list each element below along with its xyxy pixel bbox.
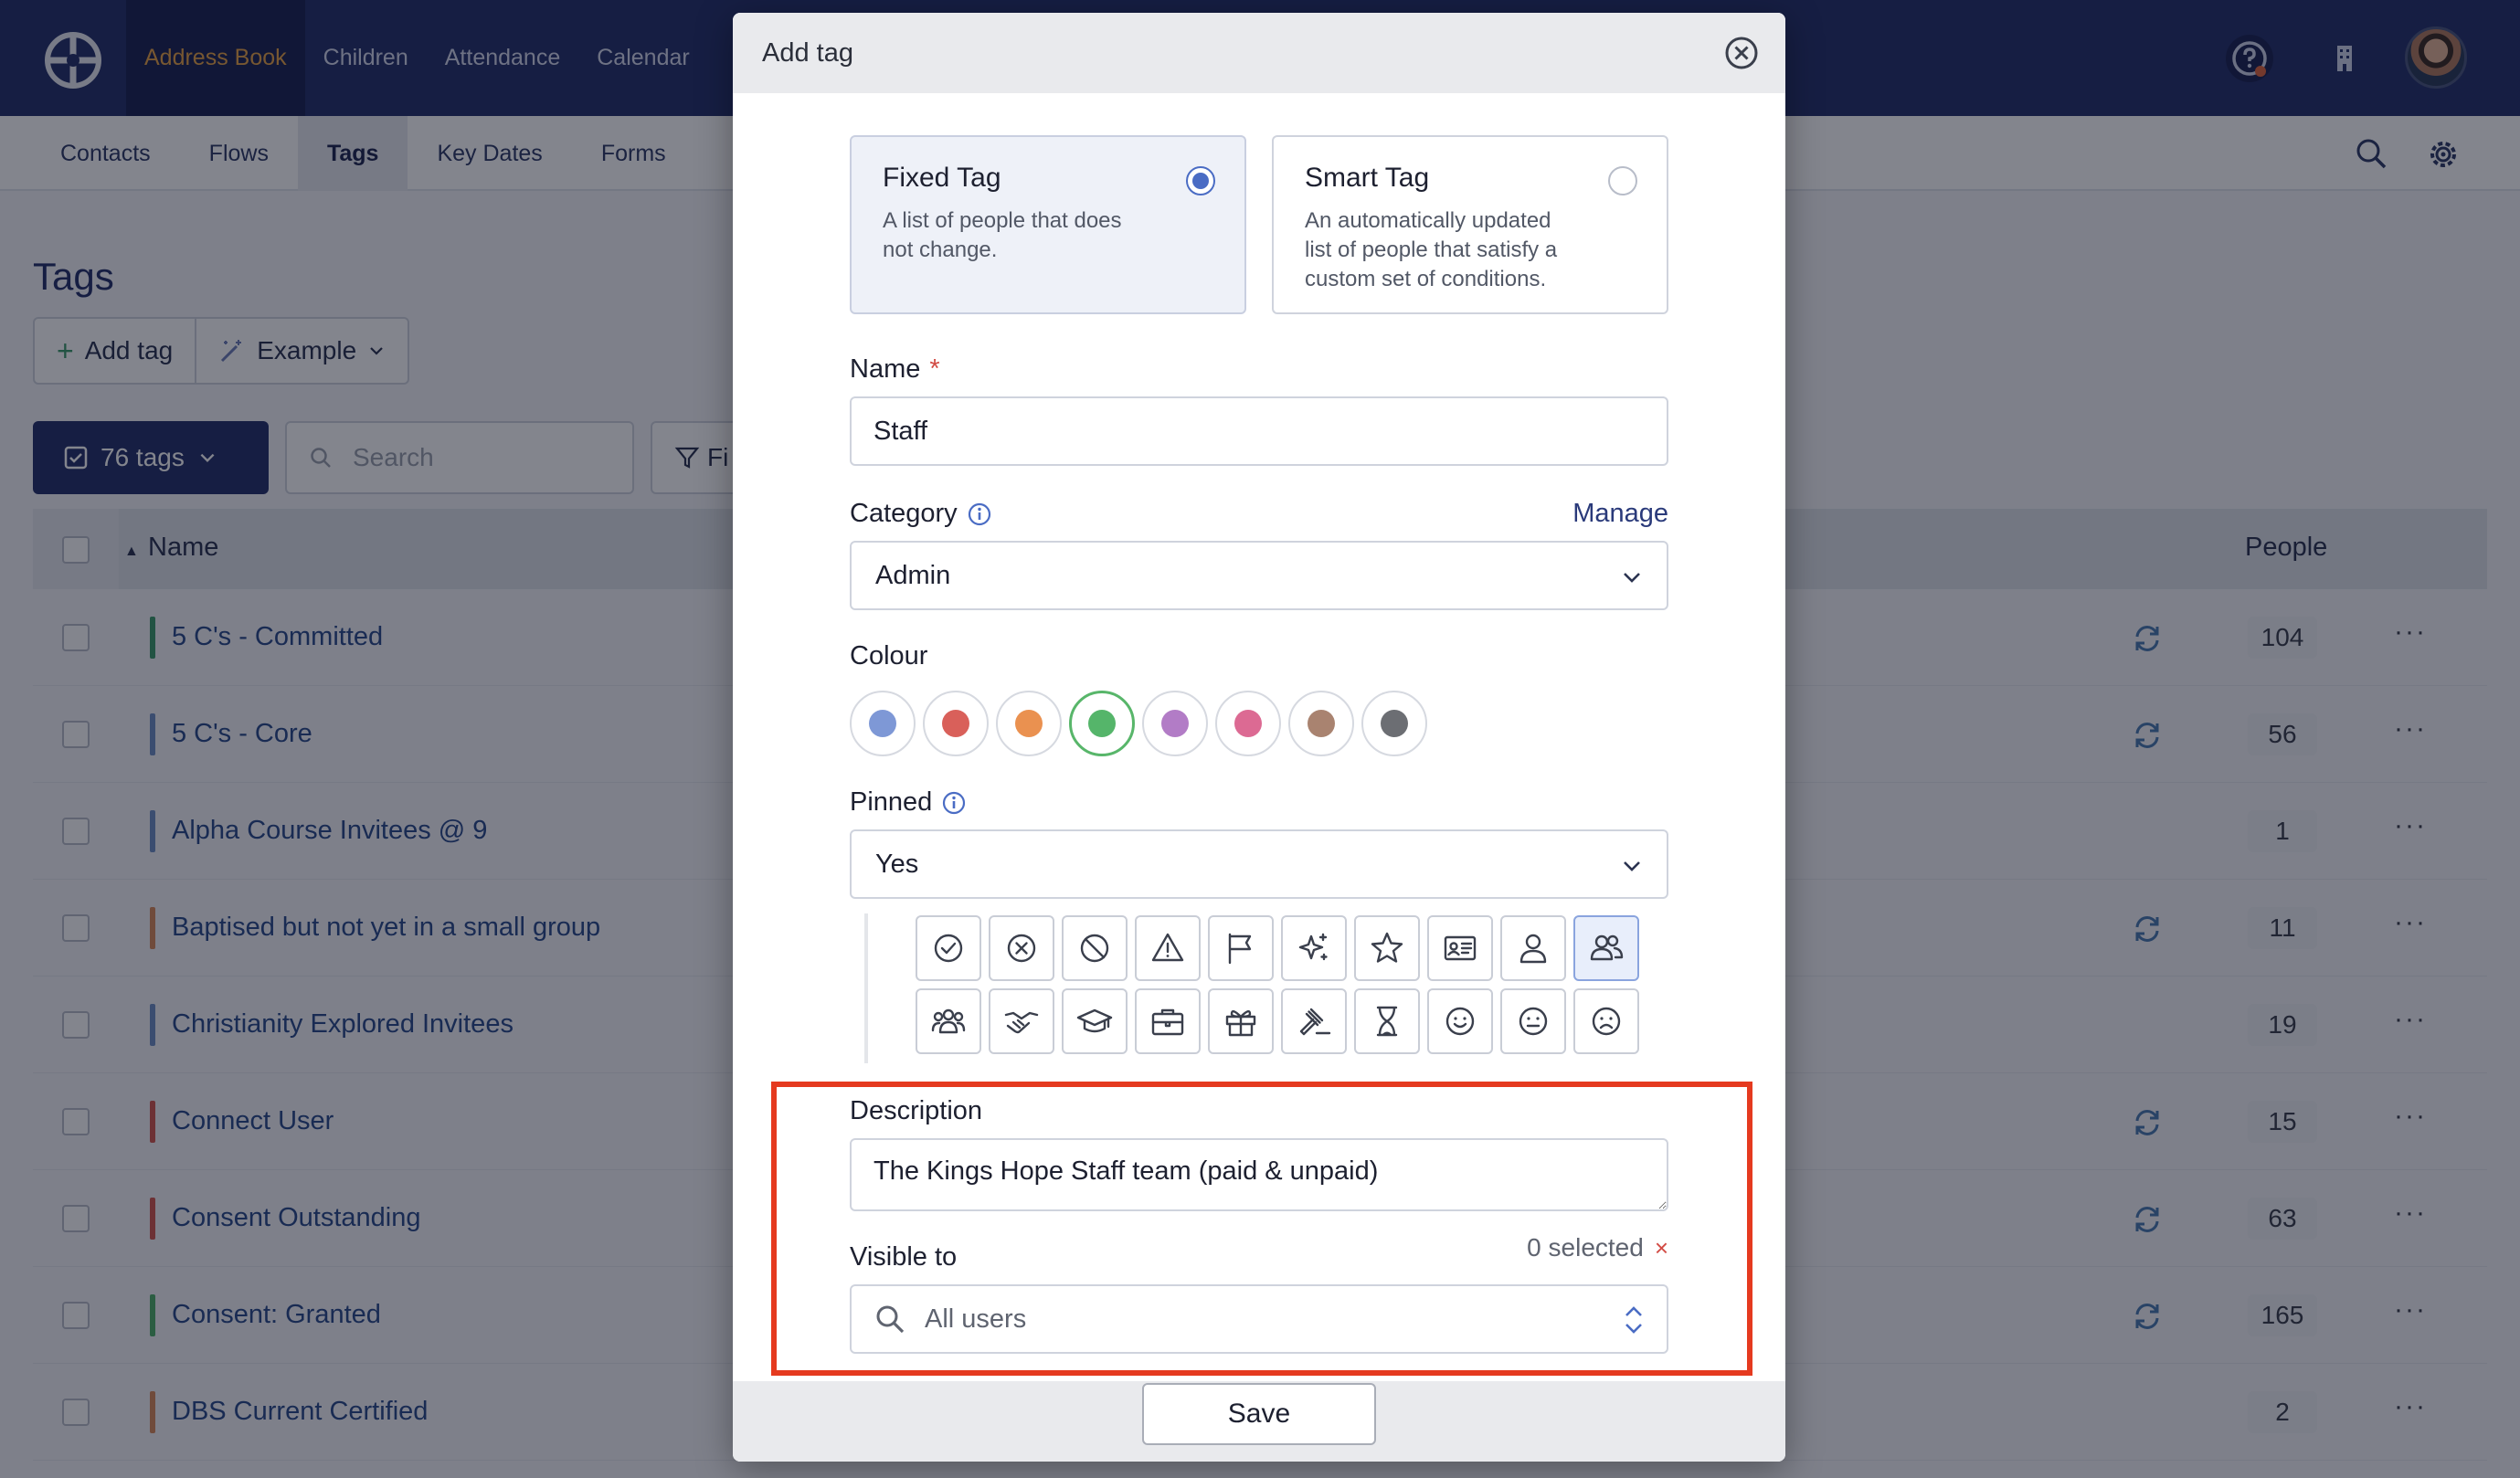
sort-up-down-icon	[1625, 1306, 1642, 1334]
icon-option[interactable]	[1500, 915, 1566, 981]
colour-dot	[1234, 710, 1262, 737]
neutral-face-icon	[1519, 1007, 1548, 1036]
name-label: Name *	[850, 354, 940, 384]
pinned-label: Pinned	[850, 787, 967, 818]
icon-option[interactable]	[1427, 915, 1493, 981]
chevron-down-icon	[1624, 861, 1640, 871]
icon-option[interactable]	[1062, 915, 1128, 981]
colour-label: Colour	[850, 641, 928, 670]
warning-icon	[1151, 933, 1184, 962]
category-select[interactable]: Admin	[850, 541, 1668, 610]
visible-to-select[interactable]: All users	[850, 1284, 1668, 1354]
flag-icon	[1228, 933, 1252, 965]
manage-categories-link[interactable]: Manage	[1572, 499, 1668, 529]
pinned-select[interactable]: Yes	[850, 829, 1668, 899]
colour-dot	[942, 710, 969, 737]
description-input[interactable]: The Kings Hope Staff team (paid & unpaid…	[850, 1138, 1668, 1211]
colour-swatch[interactable]	[923, 691, 989, 756]
colour-swatch[interactable]	[1069, 691, 1135, 756]
category-label: Category	[850, 499, 992, 529]
colour-dot	[1088, 710, 1116, 737]
handshake-icon	[1004, 1011, 1039, 1034]
sparkles-icon	[1298, 933, 1328, 961]
icon-option[interactable]	[1208, 915, 1274, 981]
visible-to-count: 0 selected ×	[1527, 1233, 1668, 1262]
icon-option[interactable]	[1573, 915, 1639, 981]
graduation-cap-icon	[1076, 1008, 1113, 1033]
colour-swatch[interactable]	[1288, 691, 1354, 756]
icon-option[interactable]	[1281, 988, 1347, 1054]
save-button[interactable]: Save	[1142, 1383, 1376, 1445]
icon-option[interactable]	[1573, 988, 1639, 1054]
colour-swatch[interactable]	[1142, 691, 1208, 756]
fixed-tag-option[interactable]: Fixed Tag A list of people that does not…	[850, 135, 1246, 314]
smile-icon	[1445, 1007, 1475, 1036]
star-icon	[1371, 932, 1403, 963]
icon-option[interactable]	[1427, 988, 1493, 1054]
dialog-footer: Save	[733, 1381, 1785, 1462]
x-circle-icon	[1007, 934, 1036, 963]
dialog-body: Fixed Tag A list of people that does not…	[733, 93, 1785, 1381]
dialog-header: Add tag	[733, 13, 1785, 93]
gift-icon	[1225, 1009, 1256, 1037]
icon-option[interactable]	[1354, 988, 1420, 1054]
icon-option[interactable]	[916, 915, 981, 981]
colour-dot	[1161, 710, 1189, 737]
icon-option[interactable]	[1500, 988, 1566, 1054]
icon-option[interactable]	[989, 915, 1054, 981]
chevron-down-icon	[1624, 573, 1640, 583]
icon-option[interactable]	[1062, 988, 1128, 1054]
smart-tag-radio[interactable]	[1608, 166, 1637, 195]
required-mark: *	[929, 354, 940, 384]
fixed-tag-title: Fixed Tag	[883, 163, 1001, 193]
check-circle-icon	[934, 934, 963, 963]
add-tag-dialog: Add tag Fixed Tag A list of people that …	[733, 13, 1785, 1462]
clear-selection-icon[interactable]: ×	[1655, 1234, 1668, 1262]
info-icon[interactable]	[967, 501, 992, 527]
colour-dot	[1308, 710, 1335, 737]
smart-tag-description: An automatically updated list of people …	[1305, 208, 1558, 291]
icon-option[interactable]	[989, 988, 1054, 1054]
gavel-icon	[1299, 1008, 1331, 1036]
visible-to-label: Visible to	[850, 1242, 958, 1272]
smart-tag-option[interactable]: Smart Tag An automatically updated list …	[1272, 135, 1668, 314]
icon-option[interactable]	[1135, 915, 1201, 981]
search-icon	[876, 1305, 905, 1334]
icon-option[interactable]	[1354, 915, 1420, 981]
smart-tag-title: Smart Tag	[1305, 163, 1430, 193]
name-input[interactable]: Staff	[850, 396, 1668, 466]
icon-picker	[864, 913, 1639, 1063]
hourglass-icon	[1376, 1006, 1398, 1037]
icon-option[interactable]	[1208, 988, 1274, 1054]
colour-dot	[1381, 710, 1408, 737]
group-icon	[931, 1008, 966, 1034]
info-icon[interactable]	[941, 790, 967, 816]
colour-dot	[869, 710, 896, 737]
user-icon	[1519, 934, 1547, 964]
users-icon	[1590, 934, 1624, 961]
dialog-title: Add tag	[762, 38, 853, 68]
colour-swatch[interactable]	[1215, 691, 1281, 756]
icon-option[interactable]	[916, 988, 981, 1054]
icon-option[interactable]	[1135, 988, 1201, 1054]
fixed-tag-radio[interactable]	[1186, 166, 1215, 195]
id-card-icon	[1444, 935, 1477, 961]
close-icon[interactable]	[1723, 35, 1760, 71]
fixed-tag-description: A list of people that does not change.	[883, 208, 1122, 262]
icon-option[interactable]	[1281, 915, 1347, 981]
colour-picker	[850, 691, 1427, 756]
frown-icon	[1592, 1007, 1621, 1036]
colour-swatch[interactable]	[996, 691, 1062, 756]
briefcase-icon	[1151, 1008, 1184, 1036]
colour-swatch[interactable]	[1361, 691, 1427, 756]
colour-swatch[interactable]	[850, 691, 916, 756]
ban-icon	[1080, 934, 1109, 963]
colour-dot	[1015, 710, 1043, 737]
description-label: Description	[850, 1096, 983, 1125]
